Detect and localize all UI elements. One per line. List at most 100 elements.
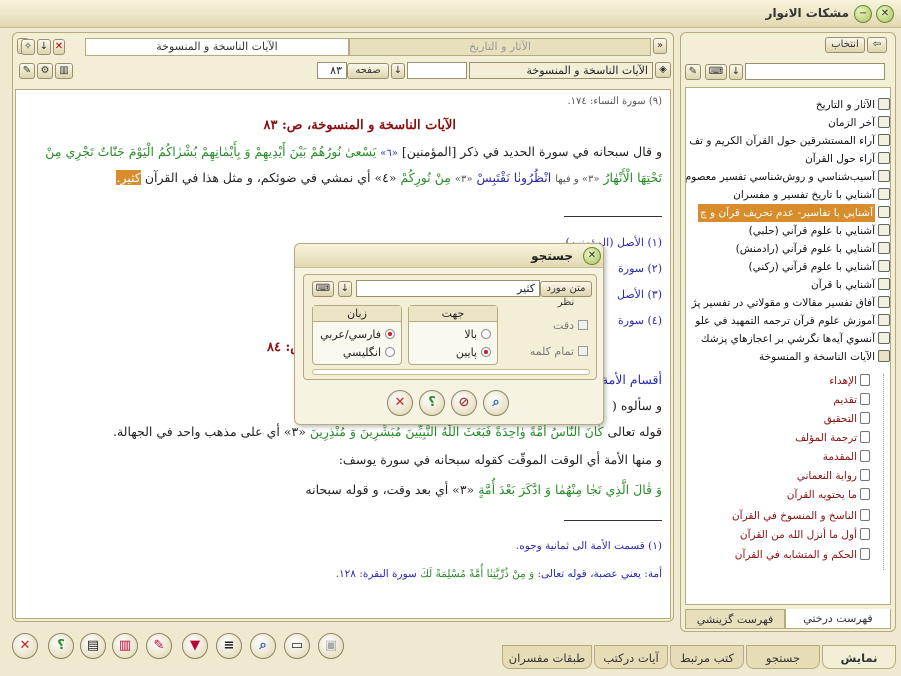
page-label: صفحه <box>347 63 389 79</box>
tree-item[interactable]: آشنايي با تاريخ تفسير و مفسران <box>733 186 890 204</box>
tree-item[interactable]: آموزش علوم قرآن ترجمه التمهيد في علو <box>695 312 890 330</box>
radio-down[interactable]: پايين <box>456 346 491 359</box>
tree-panel: ⇦ انتخاب ✎ ⌨ ↓ الآثار و التاريخ آخر الزم… <box>680 32 896 632</box>
book-icon <box>878 170 890 182</box>
tab-selective-index[interactable]: فهرست گزينشي <box>685 609 785 629</box>
exact-checkbox[interactable]: دقت <box>553 319 588 332</box>
tree-item[interactable]: آشنايي با علوم قرآني (ركني) <box>749 258 890 276</box>
keyboard-icon[interactable]: ⌨ <box>312 281 334 297</box>
list-icon[interactable]: ≡ <box>216 633 242 659</box>
tree-item-selected[interactable]: آشنايي با تفاسير- عدم تحريف قرآن و چ <box>697 204 890 222</box>
export-icon[interactable]: ▣ <box>318 633 344 659</box>
cancel-button[interactable]: ✕ <box>387 390 413 416</box>
print-icon[interactable]: ▤ <box>80 633 106 659</box>
go-to-input[interactable] <box>407 62 467 79</box>
search-icon[interactable]: ⌕ <box>250 633 276 659</box>
select-button[interactable]: انتخاب <box>825 37 865 53</box>
tree-child-item[interactable]: الحكم و المتشابه في القرآن <box>735 546 870 564</box>
search-progress <box>312 369 590 375</box>
tab-abrogating-verses[interactable]: الآيات الناسخة و المنسوخة <box>85 38 349 56</box>
tree-item[interactable]: آفاق تفسير مقالات و مقولاتي در تفسير پژ <box>692 294 890 312</box>
tree-child-item[interactable]: الإهداء <box>829 372 870 390</box>
search-icon[interactable]: ⌕ <box>483 390 509 416</box>
down-arrow-icon[interactable]: ↓ <box>338 281 352 297</box>
tab-tree-index[interactable]: فهرست درختي <box>785 609 891 629</box>
tree-item[interactable]: آخر الزمان <box>828 114 890 132</box>
settings-icon[interactable]: ⚙ <box>37 63 53 79</box>
tree-child-item[interactable]: أول ما أنزل الله من القرآن <box>740 526 870 544</box>
page-number-input[interactable]: ٨٣ <box>317 62 347 79</box>
book-select[interactable]: الآيات الناسخة و المنسوخة <box>469 62 653 79</box>
footnote: (٣) الأصل <box>616 288 662 301</box>
layout-icon[interactable]: ▥ <box>55 63 73 79</box>
wrench-icon[interactable]: ✎ <box>19 63 35 79</box>
book-icon <box>878 206 890 218</box>
footnote: (٢) سورة <box>618 262 662 275</box>
tree-child-item[interactable]: التحقيق <box>824 410 870 428</box>
pin-icon[interactable]: ✧ <box>21 39 35 55</box>
tab-related-books[interactable]: كتب مرتبط <box>670 645 744 669</box>
book-icon <box>860 548 870 560</box>
tree-item[interactable]: آسيب‌شناسي و روش‌شناسي تفسير معصوم <box>686 168 890 186</box>
scroll-right-icon[interactable]: » <box>653 38 667 54</box>
minimize-icon[interactable]: − <box>854 5 872 23</box>
note-icon[interactable]: ✎ <box>146 633 172 659</box>
library-icon[interactable]: ▭ <box>284 633 310 659</box>
tree-item[interactable]: الآثار و التاريخ <box>816 96 890 114</box>
close-tab-icon[interactable]: ✕ <box>53 39 65 55</box>
close-icon[interactable]: ✕ <box>876 5 894 23</box>
tree-item[interactable]: آشنايي با علوم قرآني (رادمنش) <box>736 240 890 258</box>
book-icon <box>878 242 890 254</box>
tree-child-item[interactable]: تقديم <box>833 391 870 409</box>
whole-word-checkbox[interactable]: تمام كلمه <box>530 345 588 358</box>
book-icon <box>878 332 890 344</box>
text-line: تَحْتِهَا الْأَنْهٰارُ «٣» و فيها انْظُر… <box>116 170 662 185</box>
tree-child-item[interactable]: رواية النعماني <box>797 467 870 485</box>
tree-child-item[interactable]: الناسخ و المنسوخ في القرآن <box>732 507 870 525</box>
radio-up[interactable]: بالا <box>464 328 491 341</box>
exit-button[interactable]: ✕ <box>12 633 38 659</box>
footnote-separator <box>564 520 662 521</box>
page-icon <box>860 431 870 443</box>
dialog-search-input[interactable]: كثير <box>356 280 540 297</box>
down-arrow-icon[interactable]: ↓ <box>391 63 405 79</box>
help-icon[interactable]: ؟ <box>48 633 74 659</box>
wrench-icon[interactable]: ✎ <box>685 64 701 80</box>
books-icon[interactable]: ▥ <box>112 633 138 659</box>
tree-item[interactable]: آشنايي با قرآن <box>811 276 890 294</box>
footnote: (١) قسمت الأمة الى ثمانية وجوه. <box>515 540 662 552</box>
close-icon[interactable]: ✕ <box>583 247 601 265</box>
tree-item[interactable]: آراء حول القرآن <box>805 150 890 168</box>
tree-child-item[interactable]: المقدمة <box>823 448 870 466</box>
down-arrow-icon[interactable]: ↓ <box>37 39 51 55</box>
tab-display[interactable]: نمايش <box>822 645 896 669</box>
tab-verses-in-books[interactable]: آيات دركتب <box>594 645 668 669</box>
help-icon[interactable]: ؟ <box>419 390 445 416</box>
text-line: قوله تعالى كٰانَ النّٰاسُ أُمَّةً وٰاحِد… <box>113 424 662 439</box>
tree-view[interactable]: الآثار و التاريخ آخر الزمان آراء المستشر… <box>685 87 891 605</box>
down-arrow-icon[interactable]: ↓ <box>729 64 743 80</box>
radio-persian-arabic[interactable]: فارسي/عربي <box>320 328 395 341</box>
clear-search-icon[interactable]: ⊘ <box>451 390 477 416</box>
tag-icon[interactable]: ◈ <box>655 62 671 78</box>
tree-search-input[interactable] <box>745 63 885 80</box>
bookmark-icon[interactable]: ▼ <box>182 633 208 659</box>
back-arrow-icon[interactable]: ⇦ <box>867 37 887 53</box>
tree-child-item[interactable]: ما يحتويه القرآن <box>787 486 870 504</box>
tab-search[interactable]: جستجو <box>746 645 820 669</box>
book-icon <box>878 224 890 236</box>
tree-item[interactable]: آنسوي آيه‌ها نگرشي بر اعجازهاي پزشك <box>701 330 890 348</box>
page-icon <box>860 374 870 386</box>
tree-child-item[interactable]: ترجمة المؤلف <box>795 429 870 447</box>
page-icon <box>860 488 870 500</box>
page-heading: الآيات الناسخة و المنسوخة، ص: ٨٣ <box>263 118 456 133</box>
keyboard-icon[interactable]: ⌨ <box>705 64 727 80</box>
tree-item-open[interactable]: الآيات الناسخة و المنسوخة <box>759 348 890 366</box>
direction-group: جهت بالا پايين <box>408 305 498 365</box>
tab-history-book[interactable]: الآثار و التاريخ <box>349 38 651 56</box>
radio-english[interactable]: انگليسي <box>343 346 395 359</box>
tree-item[interactable]: آراء المستشرقين حول القرآن الكريم و تف <box>689 132 890 150</box>
tab-commentator-classes[interactable]: طبقات مفسران <box>502 645 592 669</box>
section-title: أقسام الأمة <box>601 372 662 387</box>
tree-item[interactable]: آشنايي با علوم قرآني (حلبي) <box>749 222 890 240</box>
